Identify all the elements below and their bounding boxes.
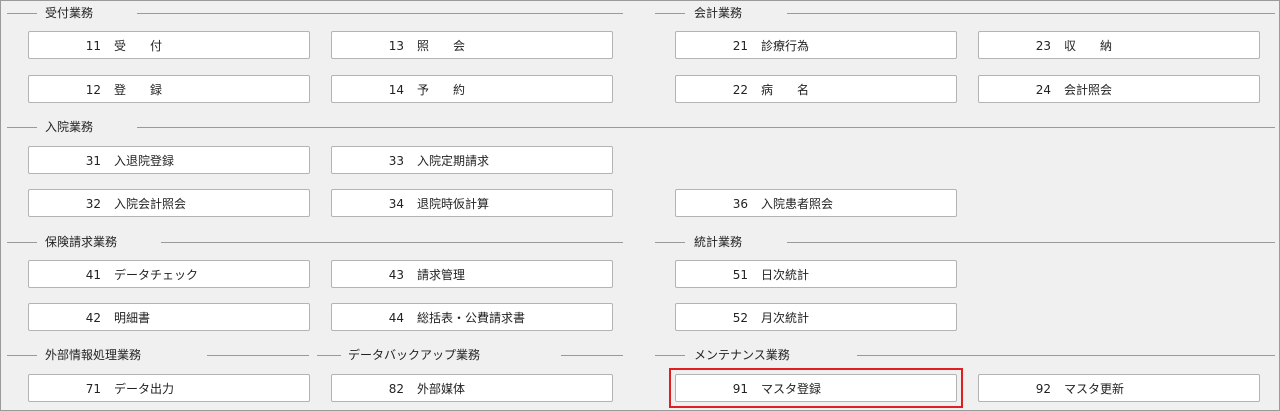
button-label: マスタ登録 [761,382,822,396]
button-label: 予 約 [417,83,466,97]
section-divider [7,242,37,243]
menu-button-14-yoyaku[interactable]: 14 予 約 [331,75,613,103]
section-divider [161,242,623,243]
section-divider [7,355,37,356]
button-label: 月次統計 [761,311,810,325]
button-label: 病 名 [761,83,810,97]
section-divider [7,127,37,128]
section-divider [207,355,309,356]
section-divider [7,13,37,14]
section-divider [655,13,685,14]
button-label: 入院会計照会 [114,197,187,211]
section-title-maintenance: メンテナンス業務 [694,348,790,362]
button-label: 退院時仮計算 [417,197,490,211]
button-number: 24 [1035,83,1051,97]
section-title-nyuin: 入院業務 [45,120,94,134]
menu-button-44-sokatsuhyo[interactable]: 44 総括表・公費請求書 [331,303,613,331]
menu-button-41-data-check[interactable]: 41 データチェック [28,260,310,288]
section-divider [317,355,341,356]
section-divider [137,127,1275,128]
button-label: 日次統計 [761,268,810,282]
section-divider [137,13,623,14]
menu-button-71-data-shutsuryoku[interactable]: 71 データ出力 [28,374,310,402]
button-number: 34 [388,197,404,211]
section-title-uketsuke: 受付業務 [45,6,94,20]
button-number: 43 [388,268,404,282]
button-number: 42 [85,311,101,325]
menu-button-22-byomei[interactable]: 22 病 名 [675,75,957,103]
menu-button-33-nyuin-teiki-seikyu[interactable]: 33 入院定期請求 [331,146,613,174]
button-number: 23 [1035,39,1051,53]
button-number: 14 [388,83,404,97]
button-label: 入院定期請求 [417,154,490,168]
button-number: 33 [388,154,404,168]
section-divider [655,242,685,243]
button-number: 31 [85,154,101,168]
button-number: 11 [85,39,101,53]
menu-button-52-getsuji-toukei[interactable]: 52 月次統計 [675,303,957,331]
button-label: 照 会 [417,39,466,53]
button-label: 総括表・公費請求書 [417,311,526,325]
button-number: 44 [388,311,404,325]
menu-button-31-nyutaiin-toroku[interactable]: 31 入退院登録 [28,146,310,174]
menu-button-32-nyuin-kaikei-shokai[interactable]: 32 入院会計照会 [28,189,310,217]
button-number: 41 [85,268,101,282]
menu-button-82-gaibu-baitai[interactable]: 82 外部媒体 [331,374,613,402]
menu-button-42-meisaisho[interactable]: 42 明細書 [28,303,310,331]
button-label: マスタ更新 [1064,382,1125,396]
section-title-backup: データバックアップ業務 [348,348,481,362]
menu-button-43-seikyu-kanri[interactable]: 43 請求管理 [331,260,613,288]
button-label: 診療行為 [761,39,810,53]
section-divider [787,13,1275,14]
button-label: 入退院登録 [114,154,175,168]
button-number: 71 [85,382,101,396]
menu-button-92-master-koshin[interactable]: 92 マスタ更新 [978,374,1260,402]
button-label: データ出力 [114,382,175,396]
button-label: 収 納 [1064,39,1113,53]
button-number: 82 [388,382,404,396]
menu-button-24-kaikei-shokai[interactable]: 24 会計照会 [978,75,1260,103]
button-label: 明細書 [114,311,151,325]
section-title-hoken: 保険請求業務 [45,235,118,249]
button-label: 入院患者照会 [761,197,834,211]
section-title-kaikei: 会計業務 [694,6,743,20]
button-number: 32 [85,197,101,211]
button-number: 13 [388,39,404,53]
menu-button-91-master-toroku[interactable]: 91 マスタ登録 [675,374,957,402]
button-number: 52 [732,311,748,325]
main-menu-panel: 受付業務 会計業務 11 受 付 13 照 会 21 診療行為 23 収 納 1… [0,0,1280,411]
button-label: データチェック [114,268,199,282]
button-number: 22 [732,83,748,97]
button-label: 会計照会 [1064,83,1113,97]
button-label: 受 付 [114,39,163,53]
section-title-toukei: 統計業務 [694,235,743,249]
button-label: 外部媒体 [417,382,466,396]
menu-button-21-shinryo-koi[interactable]: 21 診療行為 [675,31,957,59]
button-label: 請求管理 [417,268,466,282]
button-number: 21 [732,39,748,53]
menu-button-23-shuno[interactable]: 23 収 納 [978,31,1260,59]
button-number: 92 [1035,382,1051,396]
menu-button-12-toroku[interactable]: 12 登 録 [28,75,310,103]
button-number: 91 [732,382,748,396]
menu-button-34-taiin-kari-keisan[interactable]: 34 退院時仮計算 [331,189,613,217]
menu-button-13-shokai[interactable]: 13 照 会 [331,31,613,59]
button-label: 登 録 [114,83,163,97]
menu-button-11-uketsuke[interactable]: 11 受 付 [28,31,310,59]
menu-button-51-nichiji-toukei[interactable]: 51 日次統計 [675,260,957,288]
button-number: 36 [732,197,748,211]
section-divider [561,355,623,356]
button-number: 12 [85,83,101,97]
section-divider [655,355,685,356]
section-divider [857,355,1275,356]
button-number: 51 [732,268,748,282]
menu-button-36-nyuin-kanja-shokai[interactable]: 36 入院患者照会 [675,189,957,217]
section-divider [787,242,1275,243]
section-title-gaibu: 外部情報処理業務 [45,348,142,362]
